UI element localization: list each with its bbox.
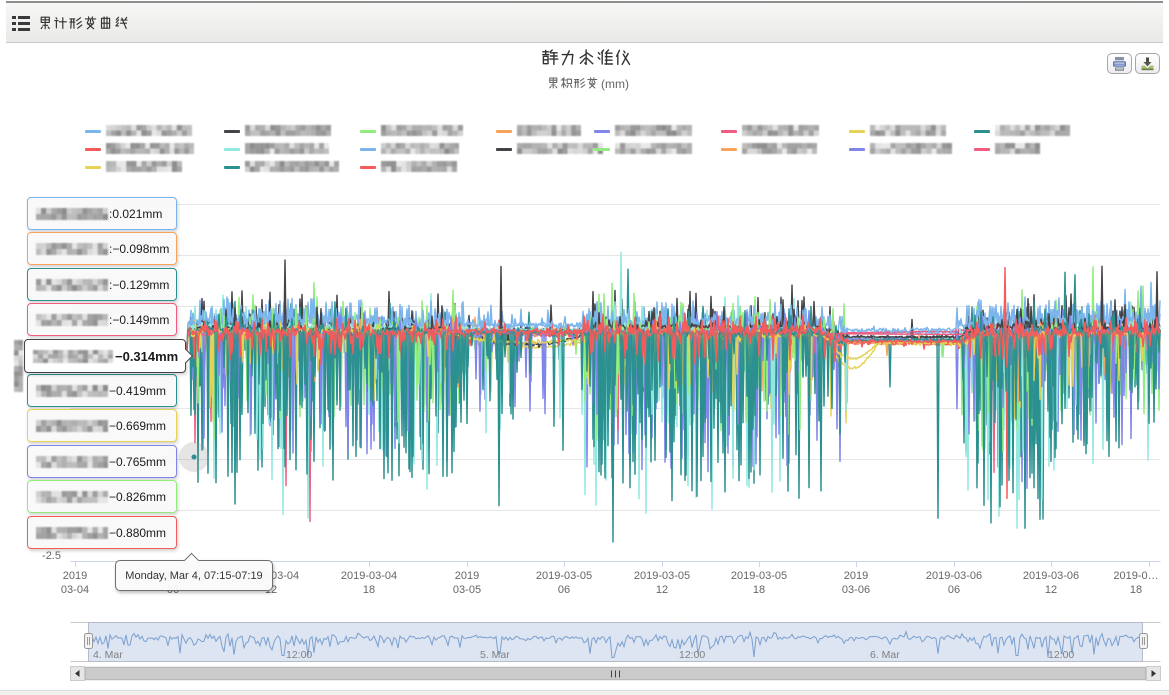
svg-text:03-05: 03-05: [453, 584, 481, 596]
svg-text:18: 18: [363, 584, 375, 596]
svg-text:2019: 2019: [455, 570, 479, 582]
svg-text:12:00: 12:00: [1048, 649, 1074, 661]
svg-text:06: 06: [948, 584, 960, 596]
svg-text:4. Mar: 4. Mar: [93, 649, 123, 661]
svg-text:2019-0…: 2019-0…: [1113, 570, 1158, 582]
svg-text:03-06: 03-06: [842, 584, 870, 596]
svg-text:-2.5: -2.5: [42, 550, 61, 562]
svg-text:12:00: 12:00: [286, 649, 312, 661]
svg-text:2019-03-05: 2019-03-05: [536, 570, 592, 582]
svg-text:12: 12: [1045, 584, 1057, 596]
svg-text:2019: 2019: [63, 570, 87, 582]
svg-text:18: 18: [753, 584, 765, 596]
svg-text:12: 12: [656, 584, 668, 596]
svg-text:18: 18: [1130, 584, 1142, 596]
svg-text:2019-03-05: 2019-03-05: [731, 570, 787, 582]
svg-text:03-04: 03-04: [61, 584, 89, 596]
svg-text:2019-03-04: 2019-03-04: [341, 570, 397, 582]
svg-text:2019-03-06: 2019-03-06: [926, 570, 982, 582]
svg-text:2019-03-05: 2019-03-05: [634, 570, 690, 582]
svg-text:06: 06: [558, 584, 570, 596]
svg-text:12:00: 12:00: [679, 649, 705, 661]
svg-text:2019-03-06: 2019-03-06: [1023, 570, 1079, 582]
svg-text:2019: 2019: [844, 570, 868, 582]
svg-text:5. Mar: 5. Mar: [480, 649, 510, 661]
svg-text:6. Mar: 6. Mar: [870, 649, 900, 661]
